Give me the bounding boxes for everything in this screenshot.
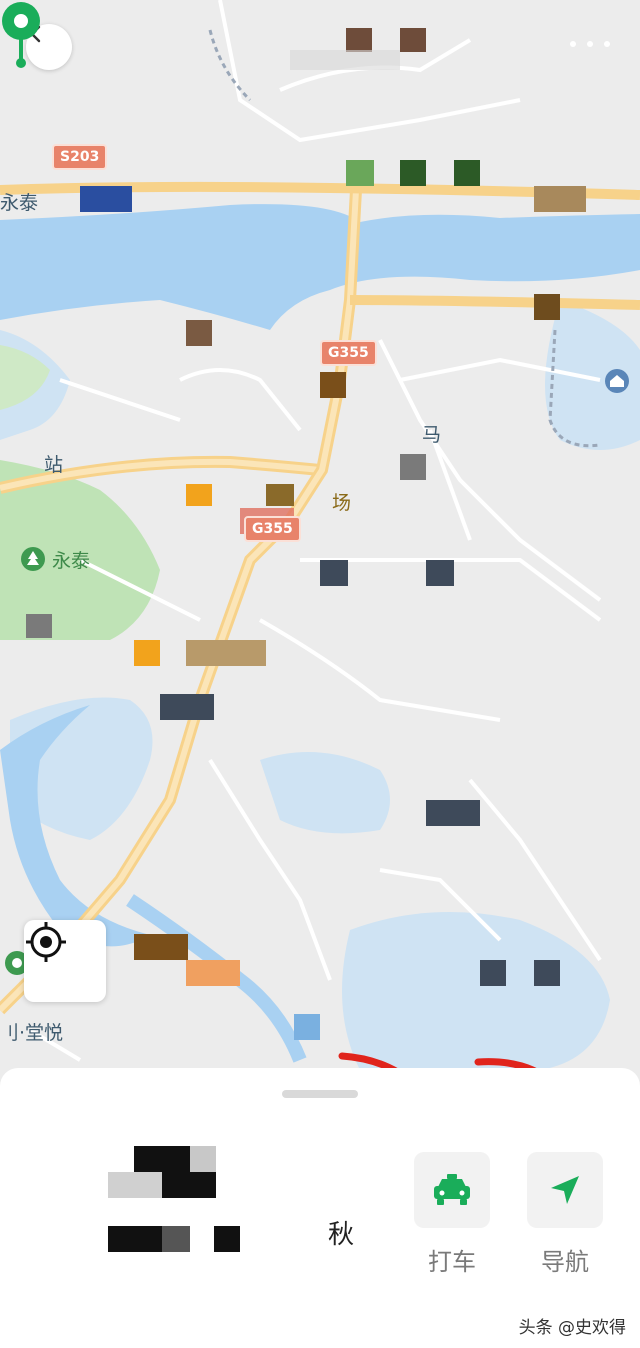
mosaic-block <box>320 372 346 398</box>
map-label: 场 <box>332 492 352 514</box>
watermark: 头条 @史欢得 <box>518 1318 626 1338</box>
mosaic-block <box>186 640 266 666</box>
taxi-label: 打车 <box>428 1248 476 1276</box>
place-name-fragment: 秋 <box>328 1220 355 1250</box>
taxi-icon <box>434 1174 470 1205</box>
home-icon <box>605 369 629 393</box>
mosaic-block <box>480 960 506 986</box>
navigate-button[interactable] <box>527 1152 603 1228</box>
mosaic-block <box>134 640 160 666</box>
mosaic-block <box>534 294 560 320</box>
mosaic-block <box>426 560 454 586</box>
navigate-arrow-icon <box>551 1176 579 1204</box>
place-name-blurred <box>40 1146 240 1256</box>
place-title-blurred <box>250 26 550 74</box>
mosaic-block <box>534 186 586 212</box>
mosaic-block <box>80 186 132 212</box>
road-shield: G355 <box>244 516 301 542</box>
locate-me-button[interactable] <box>24 920 106 1002</box>
park-icon <box>21 547 45 571</box>
mosaic-block <box>186 960 240 986</box>
map-label: 站 <box>44 454 64 476</box>
navigate-label: 导航 <box>541 1248 589 1276</box>
map-label: 永泰 <box>0 192 39 214</box>
mosaic-block <box>320 560 348 586</box>
map-label: 永泰 <box>52 550 91 572</box>
map-label: 马 <box>422 424 442 446</box>
place-detail-sheet[interactable]: 秋 打车 导航 头条 @史欢得 <box>0 1068 640 1348</box>
mosaic-block <box>160 694 214 720</box>
mosaic-block <box>534 960 560 986</box>
mosaic-block <box>134 934 188 960</box>
mosaic-block <box>186 320 212 346</box>
more-options-button[interactable] <box>570 34 610 54</box>
map-label: 刂·堂悦 <box>0 1022 64 1044</box>
mosaic-block <box>454 160 480 186</box>
more-dots-icon <box>570 41 576 47</box>
mosaic-block <box>346 160 374 186</box>
mosaic-block <box>400 160 426 186</box>
map-view[interactable]: S203 G355 G355 永泰 站 永泰 场 马 刂·堂悦 <box>0 0 640 1080</box>
mosaic-block <box>266 484 294 506</box>
mosaic-block <box>294 1014 320 1040</box>
taxi-button[interactable] <box>414 1152 490 1228</box>
road-shield: G355 <box>320 340 377 366</box>
sheet-grabber[interactable] <box>282 1090 358 1098</box>
mosaic-block <box>26 614 52 638</box>
crosshair-icon <box>26 922 66 962</box>
mosaic-block <box>186 484 212 506</box>
mosaic-block <box>400 454 426 480</box>
mosaic-block <box>426 800 480 826</box>
road-shield: S203 <box>52 144 108 170</box>
location-pin-icon[interactable] <box>0 0 42 68</box>
